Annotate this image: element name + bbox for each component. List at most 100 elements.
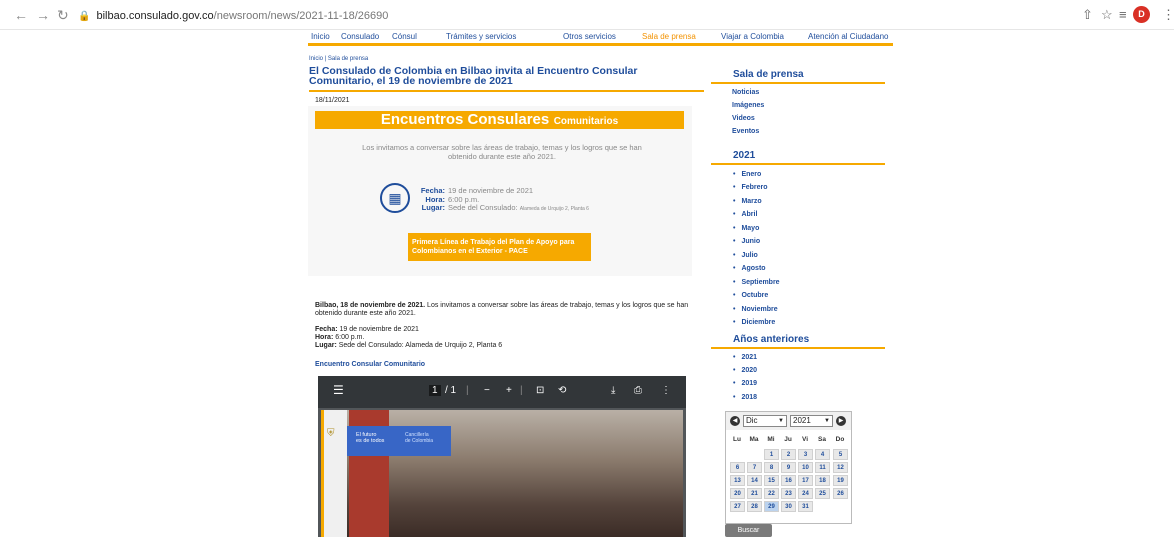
zoom-out-icon[interactable]: − [484, 385, 490, 396]
banner-title: Encuentros Consulares [380, 111, 550, 128]
zoom-in-icon[interactable]: + [506, 385, 512, 396]
calendar-day[interactable]: 14 [747, 475, 762, 486]
address-bar[interactable]: 🔒 bilbao.consulado.gov.co/newsroom/news/2… [78, 7, 388, 25]
calendar-day[interactable]: 16 [781, 475, 796, 486]
nav-item-atencion[interactable]: Atención al Ciudadano [808, 32, 889, 41]
profile-avatar[interactable]: D [1133, 6, 1150, 23]
year-link[interactable]: 2019 [733, 380, 757, 387]
detail-fecha: 19 de noviembre de 2021 [337, 326, 419, 333]
year-link[interactable]: 2020 [733, 367, 757, 374]
calendar-day[interactable]: 17 [798, 475, 813, 486]
calendar-day[interactable]: 11 [815, 462, 830, 473]
article-title: El Consulado de Colombia en Bilbao invit… [309, 65, 638, 87]
bookmark-star-icon[interactable]: ☆ [1101, 7, 1113, 23]
reload-icon[interactable]: ↻ [57, 7, 69, 23]
calendar-day[interactable]: 19 [833, 475, 848, 486]
month-link[interactable]: Agosto [733, 265, 765, 272]
back-icon[interactable]: ← [14, 7, 28, 23]
forward-icon[interactable]: → [36, 7, 50, 23]
banner-title-bar: Encuentros Consulares Comunitarios [315, 111, 684, 129]
month-link[interactable]: Abril [733, 211, 757, 218]
nav-item-viajar[interactable]: Viajar a Colombia [721, 32, 784, 41]
prev-month-icon[interactable]: ◀ [730, 416, 740, 426]
month-link[interactable]: Noviembre [733, 306, 777, 313]
weekday-label: Do [835, 436, 845, 443]
calendar-day[interactable]: 25 [815, 488, 830, 499]
article-lead: Bilbao, 18 de noviembre de 2021. Los inv… [315, 302, 693, 318]
calendar-day[interactable]: 15 [764, 475, 779, 486]
month-link[interactable]: Enero [733, 171, 761, 178]
calendar-day[interactable]: 27 [730, 501, 745, 512]
calendar-day[interactable]: 3 [798, 449, 813, 460]
month-link[interactable]: Septiembre [733, 279, 779, 286]
sidebar-link-imagenes[interactable]: Imágenes [732, 102, 764, 109]
month-link[interactable]: Octubre [733, 292, 768, 299]
print-icon[interactable]: ⎙ [634, 385, 642, 396]
pdf-divider: | [466, 385, 469, 396]
calendar-day[interactable]: 9 [781, 462, 796, 473]
share-icon[interactable]: ⇧ [1082, 7, 1093, 23]
calendar-day[interactable]: 4 [815, 449, 830, 460]
nav-item-sala-de-prensa[interactable]: Sala de prensa [642, 32, 696, 41]
calendar-day[interactable]: 21 [747, 488, 762, 499]
calendar-day[interactable]: 26 [833, 488, 848, 499]
pdf-divider-2: | [520, 385, 523, 396]
sidebar-link-noticias[interactable]: Noticias [732, 89, 759, 96]
encuentro-link[interactable]: Encuentro Consular Comunitario [315, 361, 425, 368]
month-link[interactable]: Diciembre [733, 319, 775, 326]
month-select[interactable]: Dic ▼ [743, 415, 787, 427]
nav-item-inicio[interactable]: Inicio [311, 32, 330, 41]
lugar-label: Lugar: [421, 203, 445, 212]
calendar-day[interactable]: 23 [781, 488, 796, 499]
calendar-day[interactable]: 13 [730, 475, 745, 486]
calendar-day[interactable]: 8 [764, 462, 779, 473]
breadcrumb[interactable]: Inicio | Sala de prensa [309, 56, 368, 62]
calendar-day[interactable]: 30 [781, 501, 796, 512]
search-button[interactable]: Buscar [725, 524, 772, 537]
nav-item-otros-servicios[interactable]: Otros servicios [563, 32, 616, 41]
site-nav: Inicio Consulado Cónsul Trámites y servi… [308, 30, 893, 46]
pdf-menu-icon[interactable]: ☰ [333, 383, 344, 397]
nav-item-consul[interactable]: Cónsul [392, 32, 417, 41]
calendar-day[interactable]: 6 [730, 462, 745, 473]
calendar-day[interactable]: 12 [833, 462, 848, 473]
calendar-day[interactable]: 5 [833, 449, 848, 460]
month-link[interactable]: Junio [733, 238, 760, 245]
nav-item-consulado[interactable]: Consulado [341, 32, 379, 41]
month-link[interactable]: Mayo [733, 225, 759, 232]
calendar-day[interactable]: 18 [815, 475, 830, 486]
sidebar-link-eventos[interactable]: Eventos [732, 128, 759, 135]
rotate-icon[interactable]: ⟲ [558, 385, 566, 396]
calendar-day[interactable]: 7 [747, 462, 762, 473]
calendar-day[interactable]: 22 [764, 488, 779, 499]
calendar-day[interactable]: 20 [730, 488, 745, 499]
calendar-day[interactable]: 31 [798, 501, 813, 512]
month-link[interactable]: Marzo [733, 198, 761, 205]
menu-kebab-icon[interactable]: ⋮ [1162, 7, 1174, 23]
calendar-day[interactable]: 1 [764, 449, 779, 460]
calendar-day[interactable]: 28 [747, 501, 762, 512]
reading-list-icon[interactable]: ≡ [1119, 7, 1127, 22]
year-link[interactable]: 2018 [733, 394, 757, 401]
pdf-more-icon[interactable]: ⋮ [661, 385, 671, 396]
fit-page-icon[interactable]: ⊡ [536, 385, 544, 396]
month-link[interactable]: Febrero [733, 184, 767, 191]
download-icon[interactable]: ⤓ [611, 385, 615, 396]
calendar-day[interactable]: 10 [798, 462, 813, 473]
month-select-value: Dic [746, 416, 758, 425]
month-link[interactable]: Julio [733, 252, 757, 259]
year-link[interactable]: 2021 [733, 354, 757, 361]
weekday-label: Ju [784, 436, 792, 443]
title-divider [309, 90, 704, 92]
calendar-day[interactable]: 24 [798, 488, 813, 499]
next-month-icon[interactable]: ▶ [836, 416, 846, 426]
browser-toolbar: ← → ↻ 🔒 bilbao.consulado.gov.co/newsroom/… [0, 0, 1174, 30]
calendar-day[interactable]: 2 [781, 449, 796, 460]
nav-item-tramites[interactable]: Trámites y servicios [446, 32, 516, 41]
pace-box: Primera Línea de Trabajo del Plan de Apo… [408, 233, 591, 261]
calendar-day[interactable]: 29 [764, 501, 779, 512]
pdf-page-total: / 1 [445, 385, 457, 396]
year-select[interactable]: 2021 ▼ [790, 415, 833, 427]
pdf-page-input[interactable]: 1 [429, 385, 441, 396]
sidebar-link-videos[interactable]: Videos [732, 115, 755, 122]
